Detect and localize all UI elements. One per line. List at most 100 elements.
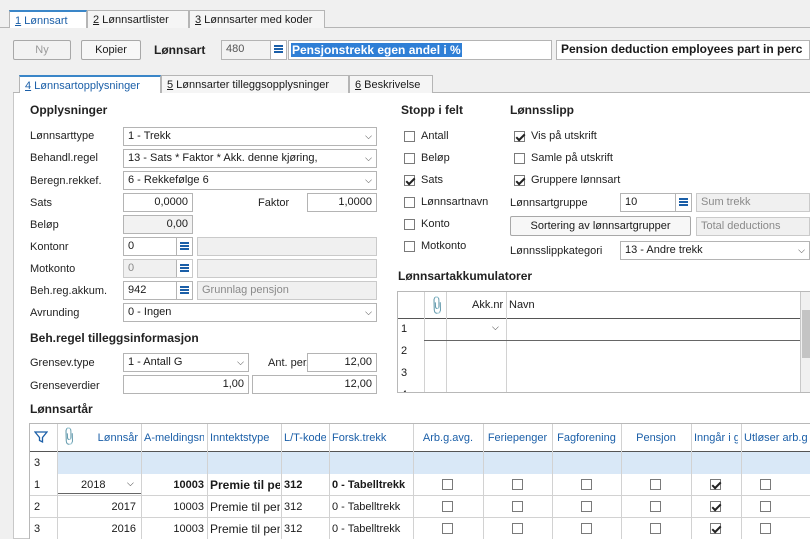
chevron-down-icon[interactable]: ⌵ (127, 478, 134, 489)
column-header[interactable]: Utløser arb.g. (744, 432, 808, 444)
forsk-trekk-cell[interactable]: 0 - Tabelltrekk (332, 479, 412, 491)
tab-lonnsart[interactable]: 1 Lønnsart (9, 10, 87, 28)
tab-lonnsartlister[interactable]: 2 Lønnsartlister (87, 10, 189, 28)
col-akknr[interactable]: Akk.nr (472, 299, 503, 311)
behreg-akkum-label: Beh.reg.akkum. (30, 285, 108, 297)
lonnsarttype-select[interactable]: 1 - Trekk ⌵ (123, 127, 377, 146)
column-header[interactable]: Pensjon (624, 432, 688, 444)
lt-kode-cell[interactable]: 312 (284, 523, 302, 535)
grid-checkbox[interactable] (650, 523, 661, 534)
column-header[interactable]: A-meldingsn (144, 432, 204, 444)
grensevtype-select[interactable]: 1 - Antall G ⌵ (123, 353, 249, 372)
grid-checkbox[interactable] (710, 501, 721, 512)
grenseverdi-2-input[interactable]: 12,00 (252, 375, 377, 394)
grid-checkbox[interactable] (442, 523, 453, 534)
column-header[interactable]: Forsk.trekk (332, 432, 410, 444)
year-cell[interactable]: 2016 (60, 523, 136, 535)
grid-checkbox[interactable] (760, 523, 771, 534)
lonnsartgruppe-input[interactable]: 10 (620, 193, 692, 212)
column-header[interactable]: Inngår i gr (694, 432, 738, 444)
grid-checkbox[interactable] (760, 479, 771, 490)
forsk-trekk-cell[interactable]: 0 - Tabelltrekk (332, 523, 412, 535)
amelding-cell[interactable]: 10003 (144, 501, 204, 513)
grid-checkbox[interactable] (650, 501, 661, 512)
column-header[interactable]: Lønnsår (60, 432, 138, 444)
column-header[interactable]: L/T-kode (284, 432, 326, 444)
year-cell[interactable]: 2018 (81, 479, 105, 491)
lonnsart-name-field[interactable]: Pensjonstrekk egen andel i % (288, 40, 552, 60)
stopp-checkbox[interactable] (404, 241, 415, 252)
col-navn[interactable]: Navn (509, 299, 535, 311)
grid-checkbox[interactable] (511, 501, 523, 512)
column-header[interactable]: Arb.g.avg. (416, 432, 480, 444)
year-cell[interactable]: 2017 (60, 501, 136, 513)
stopp-checkbox[interactable] (404, 131, 415, 142)
tab-lonnsarter-med-koder[interactable]: 3 Lønnsarter med koder (189, 10, 325, 28)
scrollbar-thumb[interactable] (802, 310, 810, 358)
lookup-list-icon[interactable] (270, 41, 286, 59)
grid-checkbox[interactable] (580, 479, 592, 490)
stopp-checkbox[interactable] (404, 219, 415, 230)
inntektstype-cell[interactable]: Premie til pensj (210, 522, 280, 536)
stopp-label: Beløp (421, 152, 450, 164)
column-header[interactable]: Inntektstype (210, 432, 278, 444)
behandl-regel-select[interactable]: 13 - Sats * Faktor * Akk. denne kjøring,… (123, 149, 377, 168)
lt-kode-cell[interactable]: 312 (284, 501, 302, 513)
tab-lonnsarter-tilleggsopplysninger[interactable]: 5 Lønnsarter tilleggsopplysninger (161, 75, 349, 93)
motkonto-input[interactable]: 0 (123, 259, 193, 278)
lonnsslipp-checkbox[interactable] (514, 131, 525, 142)
chevron-down-icon: ⌵ (365, 307, 372, 317)
faktor-input[interactable]: 1,0000 (307, 193, 377, 212)
lonnsart-number-field[interactable]: 480 (221, 40, 287, 60)
stopp-checkbox[interactable] (404, 175, 415, 186)
grid-checkbox[interactable] (760, 501, 771, 512)
tab-beskrivelse[interactable]: 6 Beskrivelse (349, 75, 433, 93)
lt-kode-cell[interactable]: 312 (284, 479, 302, 491)
grid-checkbox[interactable] (511, 479, 523, 490)
stopp-checkbox[interactable] (404, 153, 415, 164)
stopp-checkbox[interactable] (404, 197, 415, 208)
forsk-trekk-cell[interactable]: 0 - Tabelltrekk (332, 501, 412, 513)
lookup-list-icon[interactable] (675, 194, 691, 211)
sats-input[interactable]: 0,0000 (123, 193, 193, 212)
row-number: 3 (34, 523, 41, 535)
new-button[interactable]: Ny (13, 40, 71, 60)
row-number: 2 (34, 501, 41, 513)
filter-icon[interactable] (33, 430, 49, 447)
lookup-list-icon[interactable] (176, 260, 192, 277)
lonnsslippkategori-select[interactable]: 13 - Andre trekk ⌵ (620, 241, 810, 260)
grid-checkbox[interactable] (650, 479, 661, 490)
column-header[interactable]: Fagforening (555, 432, 618, 444)
antper-input[interactable]: 12,00 (307, 353, 377, 372)
copy-button[interactable]: Kopier (81, 40, 141, 60)
avrunding-select[interactable]: 0 - Ingen ⌵ (123, 303, 377, 322)
grenseverdi-1-input[interactable]: 1,00 (123, 375, 249, 394)
column-header[interactable]: Feriepenger (486, 432, 549, 444)
grid-checkbox[interactable] (442, 479, 453, 490)
lookup-list-icon[interactable] (176, 238, 192, 255)
new-row[interactable] (57, 452, 810, 474)
grid-checkbox[interactable] (511, 523, 523, 534)
grid-checkbox[interactable] (442, 501, 453, 512)
lonnsslipp-checkbox[interactable] (514, 153, 525, 164)
amelding-cell[interactable]: 10003 (144, 523, 204, 535)
kontonr-input[interactable]: 0 (123, 237, 193, 256)
lonnsart-english-field[interactable]: Pension deduction employees part in perc (556, 40, 810, 60)
lonnsslipp-checkbox[interactable] (514, 175, 525, 186)
belop-input[interactable]: 0,00 (123, 215, 193, 234)
amelding-cell[interactable]: 10003 (144, 479, 204, 491)
grid-checkbox[interactable] (580, 523, 592, 534)
grid-checkbox[interactable] (580, 501, 592, 512)
beregn-rekkef-select[interactable]: 6 - Rekkefølge 6 ⌵ (123, 171, 377, 190)
behreg-akkum-input[interactable]: 942 (123, 281, 193, 300)
column-divider (552, 424, 553, 539)
lookup-list-icon[interactable] (176, 282, 192, 299)
tab-lonnsartopplysninger[interactable]: 4 Lønnsartopplysninger (19, 75, 161, 93)
inntektstype-cell[interactable]: Premie til pe (210, 478, 280, 492)
chevron-down-icon[interactable]: ⌵ (492, 322, 499, 333)
lonnsartar-grid: 📎 Lønnsår A-meldingsn Inntektstype L/T-kode… (29, 423, 810, 539)
sortering-button[interactable]: Sortering av lønnsartgrupper (510, 216, 691, 236)
grid-checkbox[interactable] (710, 479, 721, 490)
inntektstype-cell[interactable]: Premie til pensj (210, 500, 280, 514)
grid-checkbox[interactable] (710, 523, 721, 534)
